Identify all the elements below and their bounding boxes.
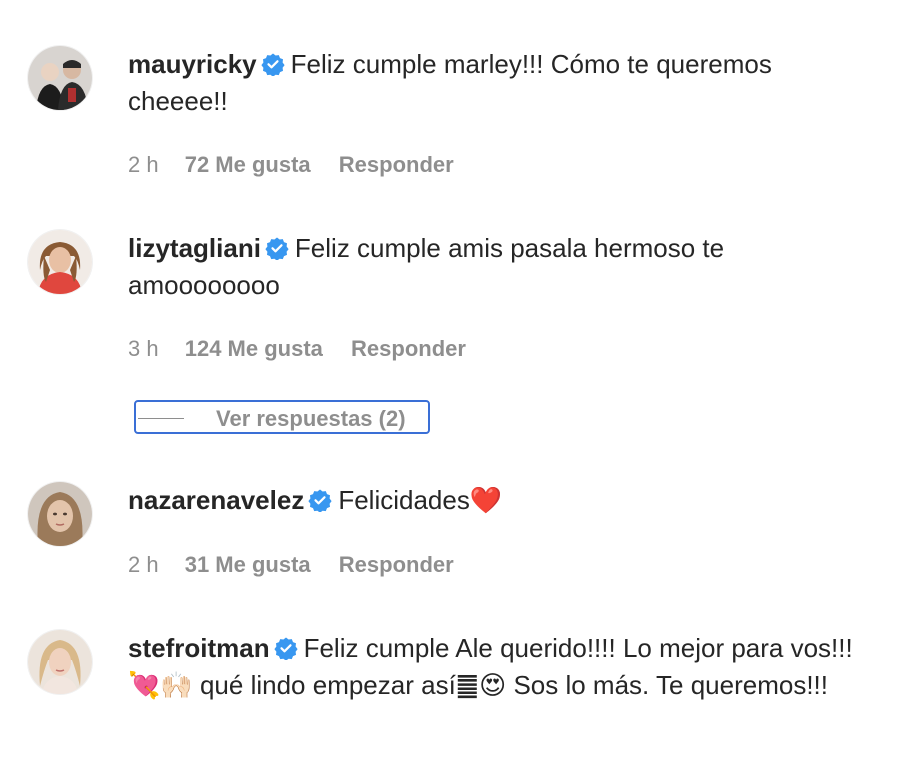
avatar[interactable] [28,630,92,694]
verified-badge-icon [265,237,289,260]
reply-button[interactable]: Responder [339,152,454,178]
verified-badge-icon [261,53,285,76]
comment-username[interactable]: nazarenavelez [128,485,304,515]
heart-emoji-icon: ❤️ [469,485,503,515]
comment-username[interactable]: lizytagliani [128,233,261,263]
avatar[interactable] [28,46,92,110]
comment-likes-button[interactable]: 31 Me gusta [185,552,311,578]
verified-badge-icon [273,637,298,660]
avatar[interactable] [28,482,92,546]
reply-button[interactable]: Responder [339,552,454,578]
comment-likes-button[interactable]: 124 Me gusta [185,336,323,362]
avatar[interactable] [28,230,92,294]
comment-time[interactable]: 2 h [128,152,159,178]
reply-button[interactable]: Responder [351,336,466,362]
comment-body: Felicidades [338,485,470,515]
comment-body-part: qué lindo empezar así [192,670,456,700]
emoji-hearts-hands-icon: 💘🙌🏻 [128,671,193,701]
comment-username[interactable]: stefroitman [128,633,270,663]
comment-body-part: Sos lo más. Te queremos!!! [506,670,828,700]
comment-text: lizytagliani Feliz cumple amis pasala her… [128,230,868,304]
verified-badge-icon [308,489,332,512]
comment-text: mauyricky Feliz cumple marley!!! Cómo te … [128,46,868,120]
comment-time[interactable]: 3 h [128,336,159,362]
replies-divider-line [138,418,184,419]
comment-text: stefroitman Feliz cumple Ale querido!!!! … [128,630,868,705]
comment-time[interactable]: 2 h [128,552,159,578]
comment-body-part: Feliz cumple Ale querido!!!! Lo mejor pa… [303,633,853,663]
view-replies-label: Ver respuestas (2) [216,406,406,431]
comment-text: nazarenavelez Felicidades❤️ [128,482,868,519]
emoji-hexagram-heart-eyes-icon: ䷀😍 [455,671,507,701]
comment-meta: 3 h 124 Me gusta Responder [128,336,466,362]
view-replies-button[interactable]: Ver respuestas (2) [134,400,430,434]
comment-meta: 2 h 72 Me gusta Responder [128,152,454,178]
comment-meta: 2 h 31 Me gusta Responder [128,552,454,578]
comment-username[interactable]: mauyricky [128,49,257,79]
comment-likes-button[interactable]: 72 Me gusta [185,152,311,178]
